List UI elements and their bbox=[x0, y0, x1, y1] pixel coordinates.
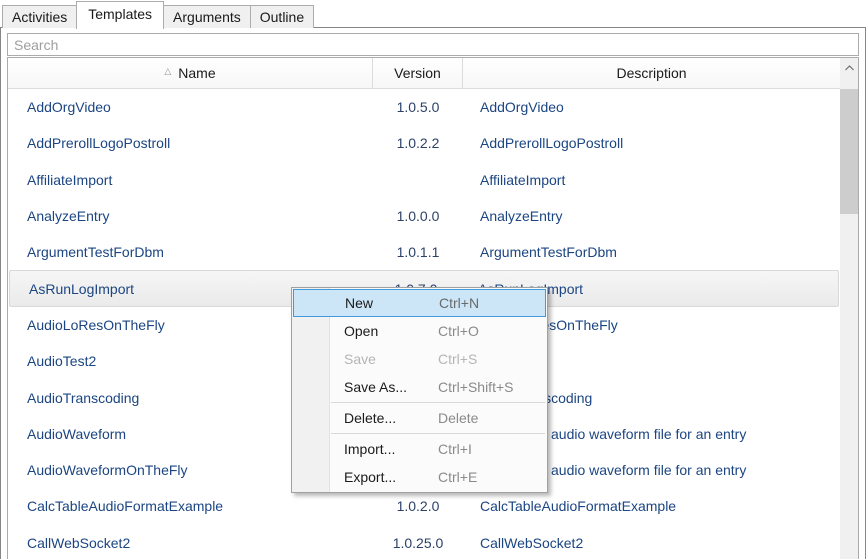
menu-item-shortcut: Ctrl+E bbox=[438, 463, 477, 491]
template-version-cell: 1.0.25.0 bbox=[373, 535, 463, 551]
vertical-scrollbar[interactable] bbox=[840, 58, 858, 559]
template-description-cell: AddPrerollLogoPostroll bbox=[463, 135, 840, 151]
table-row[interactable]: CalcTableAudioFormatExample 1.0.2.0 Calc… bbox=[8, 488, 840, 524]
column-header-version[interactable]: Version bbox=[373, 58, 463, 88]
template-name-cell: ArgumentTestForDbm bbox=[8, 244, 373, 260]
scrollbar-thumb[interactable] bbox=[840, 89, 858, 214]
template-version-cell: 1.0.0.0 bbox=[373, 208, 463, 224]
context-menu-item[interactable]: Delete... Delete bbox=[292, 404, 547, 432]
column-header-name[interactable]: △ Name bbox=[8, 58, 373, 88]
template-description-cell: CallWebSocket2 bbox=[463, 535, 840, 551]
tab-strip: Activities Templates Arguments Outline bbox=[0, 0, 866, 28]
table-row[interactable]: AddOrgVideo 1.0.5.0 AddOrgVideo bbox=[8, 89, 840, 125]
template-name-cell: CallWebSocket2 bbox=[8, 535, 373, 551]
column-header-name-label: Name bbox=[178, 65, 215, 81]
column-header-description-label: Description bbox=[616, 65, 686, 81]
template-description-cell: AffiliateImport bbox=[463, 172, 840, 188]
menu-item-label: Save bbox=[344, 345, 376, 373]
column-header-description[interactable]: Description bbox=[463, 58, 840, 88]
context-menu-item[interactable]: Save Ctrl+S bbox=[292, 345, 547, 373]
template-description-cell: CalcTableAudioFormatExample bbox=[463, 498, 840, 514]
template-version-cell: 1.0.2.2 bbox=[373, 135, 463, 151]
context-menu-item[interactable]: New Ctrl+N bbox=[293, 289, 546, 317]
table-row[interactable]: AffiliateImport AffiliateImport bbox=[8, 162, 840, 198]
menu-item-label: Delete... bbox=[344, 404, 396, 432]
scroll-up-button[interactable] bbox=[840, 58, 858, 78]
template-name-cell: AffiliateImport bbox=[8, 172, 373, 188]
tab-outline[interactable]: Outline bbox=[250, 5, 314, 28]
menu-item-label: New bbox=[345, 290, 373, 316]
column-header-version-label: Version bbox=[394, 65, 441, 81]
table-row[interactable]: CallWebSocket2 1.0.25.0 CallWebSocket2 bbox=[8, 525, 840, 559]
template-description-cell: AddOrgVideo bbox=[463, 99, 840, 115]
table-row[interactable]: AnalyzeEntry 1.0.0.0 AnalyzeEntry bbox=[8, 198, 840, 234]
template-version-cell: 1.0.5.0 bbox=[373, 99, 463, 115]
search-input[interactable] bbox=[7, 33, 859, 56]
context-menu: New Ctrl+N Open Ctrl+O Save Ctrl+S Save … bbox=[291, 287, 548, 493]
context-menu-item[interactable]: Open Ctrl+O bbox=[292, 317, 547, 345]
sort-ascending-icon: △ bbox=[164, 67, 171, 77]
template-name-cell: AddPrerollLogoPostroll bbox=[8, 135, 373, 151]
template-name-cell: AddOrgVideo bbox=[8, 99, 373, 115]
menu-item-shortcut: Ctrl+I bbox=[438, 435, 472, 463]
menu-item-shortcut: Ctrl+O bbox=[438, 317, 479, 345]
menu-item-shortcut: Ctrl+N bbox=[439, 290, 479, 316]
menu-item-shortcut: Ctrl+S bbox=[438, 345, 477, 373]
table-header: △ Name Version Description bbox=[8, 58, 840, 89]
tab-templates[interactable]: Templates bbox=[76, 1, 164, 29]
tab-activities[interactable]: Activities bbox=[2, 5, 77, 28]
menu-item-shortcut: Delete bbox=[438, 404, 478, 432]
menu-item-label: Save As... bbox=[344, 373, 407, 401]
template-name-cell: AnalyzeEntry bbox=[8, 208, 373, 224]
table-row[interactable]: ArgumentTestForDbm 1.0.1.1 ArgumentTestF… bbox=[8, 234, 840, 270]
template-name-cell: CalcTableAudioFormatExample bbox=[8, 498, 373, 514]
template-version-cell: 1.0.1.1 bbox=[373, 244, 463, 260]
menu-separator bbox=[331, 433, 545, 434]
menu-item-label: Import... bbox=[344, 435, 395, 463]
template-description-cell: ArgumentTestForDbm bbox=[463, 244, 840, 260]
context-menu-item[interactable]: Save As... Ctrl+Shift+S bbox=[292, 373, 547, 401]
menu-item-shortcut: Ctrl+Shift+S bbox=[438, 373, 513, 401]
menu-item-label: Export... bbox=[344, 463, 396, 491]
chevron-up-icon bbox=[845, 65, 854, 71]
context-menu-item[interactable]: Export... Ctrl+E bbox=[292, 463, 547, 491]
template-description-cell: AnalyzeEntry bbox=[463, 208, 840, 224]
tab-arguments[interactable]: Arguments bbox=[163, 5, 251, 28]
context-menu-item[interactable]: Import... Ctrl+I bbox=[292, 435, 547, 463]
menu-item-label: Open bbox=[344, 317, 378, 345]
template-version-cell: 1.0.2.0 bbox=[373, 498, 463, 514]
templates-window: Activities Templates Arguments Outline △… bbox=[0, 0, 868, 559]
menu-separator bbox=[331, 402, 545, 403]
context-menu-items: New Ctrl+N Open Ctrl+O Save Ctrl+S Save … bbox=[292, 289, 547, 491]
table-row[interactable]: AddPrerollLogoPostroll 1.0.2.2 AddPrerol… bbox=[8, 125, 840, 161]
